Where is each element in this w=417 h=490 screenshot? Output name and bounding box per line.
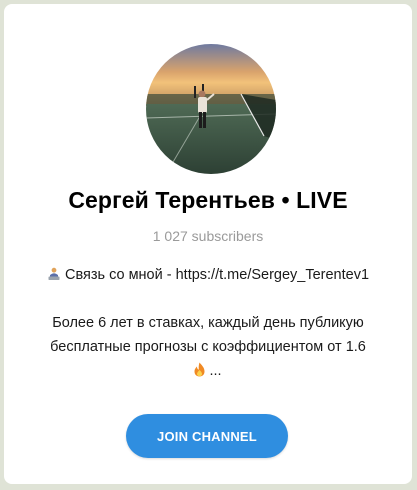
person-at-laptop-icon [48, 267, 60, 280]
description-line: бесплатные прогнозы с коэффициентом от 1… [50, 339, 366, 355]
description-line: Более 6 лет в ставках, каждый день публи… [52, 315, 364, 331]
contact-text[interactable]: Связь со мной - https://t.me/Sergey_Tere… [65, 267, 369, 283]
description-line: ... [14, 359, 402, 383]
channel-description: Связь со мной - https://t.me/Sergey_Tere… [14, 263, 402, 383]
contact-line: Связь со мной - https://t.me/Sergey_Tere… [14, 263, 402, 287]
channel-title: Сергей Терентьев • LIVE [68, 187, 348, 213]
channel-card: Сергей Терентьев • LIVE 1 027 subscriber… [4, 4, 412, 484]
channel-avatar[interactable] [146, 44, 276, 174]
fire-icon [194, 362, 205, 377]
description-ellipsis: ... [209, 363, 222, 379]
avatar-photo [146, 44, 276, 174]
join-channel-button[interactable]: JOIN CHANNEL [126, 414, 288, 458]
subscriber-count: 1 027 subscribers [152, 228, 264, 244]
